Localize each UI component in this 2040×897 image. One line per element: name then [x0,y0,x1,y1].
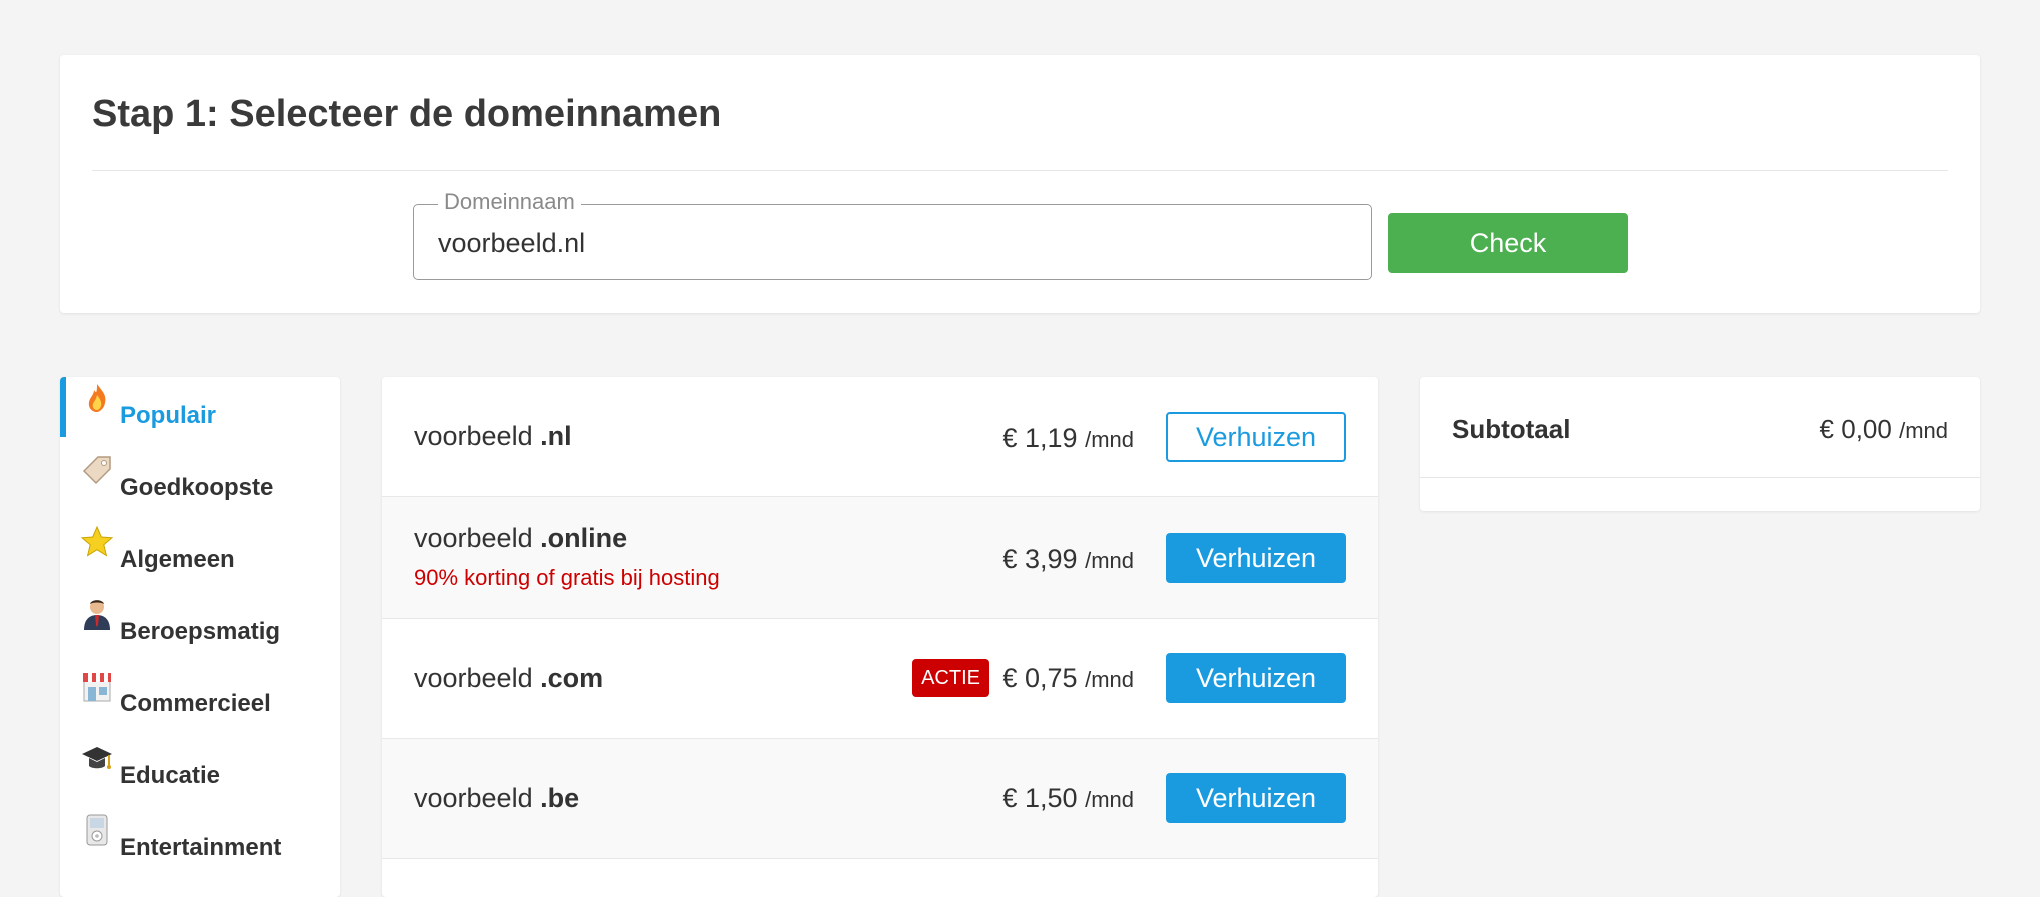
category-item-educatie[interactable]: Educatie [60,737,340,797]
verhuizen-button[interactable]: Verhuizen [1166,653,1346,703]
category-label: Goedkoopste [120,474,274,501]
divider [92,170,1948,171]
category-item-commercieel[interactable]: Commercieel [60,665,340,725]
domain-name: voorbeeld .online [414,523,627,554]
category-label: Algemeen [120,546,235,573]
price-unit: /mnd [1899,418,1948,443]
domain-base: voorbeeld [414,783,533,813]
domain-tld: .nl [540,421,572,451]
price-unit: /mnd [1085,427,1134,452]
domain-name: voorbeeld .nl [414,421,572,452]
check-button[interactable]: Check [1388,213,1628,273]
domain-base: voorbeeld [414,663,533,693]
verhuizen-button[interactable]: Verhuizen [1166,773,1346,823]
price-value: € 1,50 [1002,783,1078,813]
domain-row-online: voorbeeld .online 90% korting of gratis … [382,497,1378,619]
price-unit: /mnd [1085,787,1134,812]
domain-field-label: Domeinnaam [438,189,581,215]
subtotal-card: Subtotaal € 0,00 /mnd [1420,377,1980,511]
promo-text: 90% korting of gratis bij hosting [414,565,720,590]
flame-icon [80,381,114,415]
domain-price: € 3,99 /mnd [1002,544,1134,575]
category-item-entertainment[interactable]: Entertainment [60,809,340,869]
price-tag-icon [80,453,114,487]
domain-field: Domeinnaam [413,189,1372,280]
domain-price: € 0,75 /mnd [1002,663,1134,694]
domain-name: voorbeeld .be [414,783,579,814]
verhuizen-button[interactable]: Verhuizen [1166,412,1346,462]
price-value: € 1,19 [1002,423,1078,453]
domain-results-list: voorbeeld .nl € 1,19 /mnd Verhuizen voor… [382,377,1378,897]
category-item-populair[interactable]: Populair [60,377,340,437]
domain-tld: .online [540,523,628,553]
subtotal-price: € 0,00 /mnd [1820,414,1948,445]
actie-badge: ACTIE [912,659,989,697]
domain-name: voorbeeld .com [414,663,603,694]
domain-base: voorbeeld [414,523,533,553]
domain-price: € 1,50 /mnd [1002,783,1134,814]
music-player-icon [80,813,114,847]
price-unit: /mnd [1085,667,1134,692]
category-item-goedkoopste[interactable]: Goedkoopste [60,449,340,509]
category-label: Populair [120,402,217,429]
graduation-cap-icon [80,741,114,775]
domain-input[interactable] [438,221,1338,265]
price-value: € 0,00 [1819,414,1892,444]
page-title: Stap 1: Selecteer de domeinnamen [92,93,722,135]
price-value: € 0,75 [1002,663,1078,693]
category-label: Commercieel [120,690,271,717]
category-label: Beroepsmatig [120,618,281,645]
subtotal-label: Subtotaal [1452,414,1571,444]
domain-row-com: voorbeeld .com ACTIE € 0,75 /mnd Verhuiz… [382,619,1378,739]
domain-row-nl: voorbeeld .nl € 1,19 /mnd Verhuizen [382,377,1378,497]
domain-search-card: Stap 1: Selecteer de domeinnamen Domeinn… [60,55,1980,313]
businessman-icon [80,597,114,631]
price-unit: /mnd [1085,548,1134,573]
domain-price: € 1,19 /mnd [1002,423,1134,454]
domain-row-be: voorbeeld .be € 1,50 /mnd Verhuizen [382,739,1378,859]
star-icon [80,525,114,559]
verhuizen-button[interactable]: Verhuizen [1166,533,1346,583]
category-label: Entertainment [120,834,282,861]
shop-icon [80,669,114,703]
domain-base: voorbeeld [414,421,533,451]
domain-tld: .be [540,783,580,813]
price-value: € 3,99 [1002,544,1078,574]
domain-tld: .com [540,663,604,693]
category-item-beroepsmatig[interactable]: Beroepsmatig [60,593,340,653]
category-item-algemeen[interactable]: Algemeen [60,521,340,581]
divider [1420,477,1980,478]
category-sidebar: Populair Goedkoopste Algemeen Beroepsmat… [60,377,340,897]
category-label: Educatie [120,762,221,789]
